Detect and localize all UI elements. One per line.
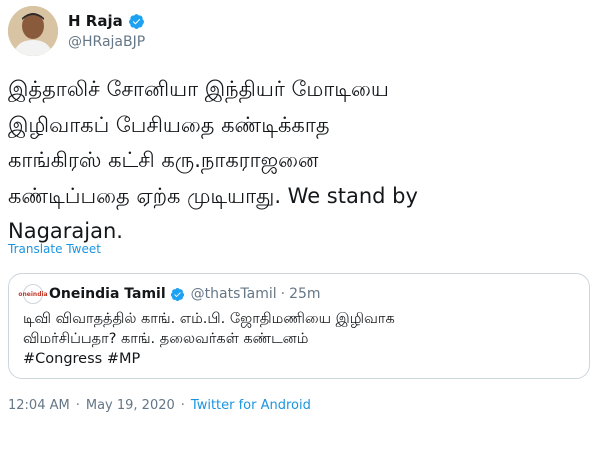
- quoted-tweet[interactable]: oneindia Oneindia Tamil @thatsTamil · 25…: [8, 273, 590, 379]
- avatar-image: [8, 6, 58, 56]
- tweet-source-link[interactable]: Twitter for Android: [191, 398, 311, 413]
- quoted-tweet-header: oneindia Oneindia Tamil @thatsTamil · 25…: [18, 284, 321, 304]
- verified-badge-icon: [128, 13, 144, 29]
- tweet-author: H Raja @HRajaBJP: [68, 10, 145, 50]
- quoted-avatar-logo-text: oneindia: [18, 290, 48, 298]
- quoted-avatar: oneindia: [18, 284, 48, 304]
- author-name[interactable]: H Raja: [68, 12, 123, 30]
- quoted-author-name: Oneindia Tamil: [49, 286, 166, 302]
- meta-separator: ·: [180, 398, 185, 413]
- author-handle[interactable]: @HRajaBJP: [68, 34, 145, 50]
- meta-separator: ·: [75, 398, 80, 413]
- quoted-separator: ·: [280, 286, 286, 302]
- quoted-author-handle: @thatsTamil: [190, 286, 277, 302]
- tweet-metadata: 12:04 AM · May 19, 2020 · Twitter for An…: [8, 398, 311, 413]
- tweet-text: இத்தாலிச் சோனியா இந்தியர் மோடியை இழிவாகப…: [8, 77, 418, 243]
- translate-tweet-link[interactable]: Translate Tweet: [8, 242, 101, 256]
- avatar[interactable]: [8, 6, 58, 56]
- quoted-tweet-text: டிவி விவாதத்தில் காங். எம்.பி. ஜோதிமணியை…: [23, 311, 395, 367]
- tweet-date[interactable]: May 19, 2020: [86, 398, 175, 413]
- quoted-timestamp: 25m: [289, 286, 321, 302]
- tweet-time[interactable]: 12:04 AM: [8, 398, 70, 413]
- verified-badge-icon: [170, 287, 184, 301]
